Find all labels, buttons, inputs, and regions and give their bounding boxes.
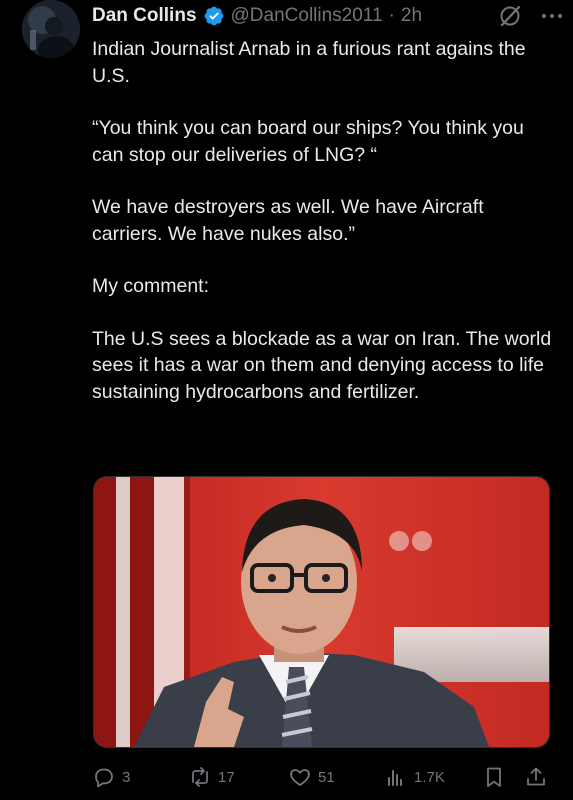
- views-count: 1.7K: [414, 768, 445, 786]
- slash-circle-icon[interactable]: [497, 3, 523, 29]
- action-bar: 3 17 51 1.7K: [92, 762, 552, 790]
- views-button[interactable]: 1.7K: [384, 765, 445, 789]
- like-button[interactable]: 51: [288, 765, 335, 789]
- repost-button[interactable]: 17: [188, 765, 235, 789]
- display-name[interactable]: Dan Collins: [92, 5, 197, 27]
- bookmark-icon: [487, 767, 501, 787]
- repost-icon: [192, 767, 208, 787]
- avatar[interactable]: [22, 0, 80, 58]
- share-button[interactable]: [524, 765, 548, 789]
- tweet-text: Indian Journalist Arnab in a furious ran…: [92, 36, 554, 431]
- verified-badge-icon: [203, 5, 225, 27]
- tweet-media-image[interactable]: [93, 476, 550, 748]
- tweet-paragraph: “You think you can board our ships? You …: [92, 117, 530, 166]
- reply-count: 3: [122, 768, 131, 786]
- bookmark-button[interactable]: [482, 765, 506, 789]
- timestamp[interactable]: 2h: [401, 5, 422, 27]
- tweet-paragraph: Indian Journalist Arnab in a furious ran…: [92, 38, 532, 87]
- avatar-image: [22, 0, 80, 58]
- header-actions: [497, 0, 563, 32]
- tweet-paragraph: The U.S sees a blockade as a war on Iran…: [92, 327, 557, 403]
- reply-button[interactable]: 3: [92, 765, 130, 789]
- views-chart-icon: [388, 770, 402, 786]
- share-icon: [527, 767, 545, 786]
- repost-count: 17: [218, 768, 235, 786]
- like-count: 51: [318, 768, 335, 786]
- handle[interactable]: @DanCollins2011: [231, 5, 383, 27]
- tweet-paragraph: My comment:: [92, 275, 210, 297]
- separator-dot: ·: [388, 5, 395, 26]
- more-dots-icon[interactable]: [541, 12, 563, 20]
- tweet[interactable]: Dan Collins @DanCollins2011 · 2h Indian …: [0, 0, 573, 800]
- heart-icon: [290, 769, 310, 786]
- tweet-header: Dan Collins @DanCollins2011 · 2h: [92, 0, 562, 32]
- tweet-paragraph: We have destroyers as well. We have Airc…: [92, 196, 490, 245]
- reply-icon: [95, 768, 113, 788]
